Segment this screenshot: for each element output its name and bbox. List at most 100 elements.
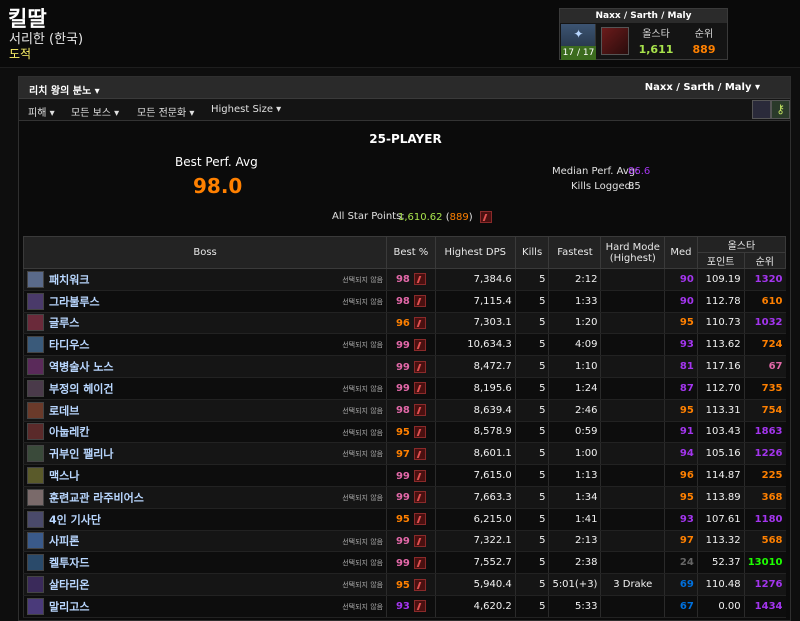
table-row[interactable]: 타디우스 선택되지 않음 99 10,634.3 5 4:09 93 113.62 724 bbox=[22, 333, 786, 357]
table-row[interactable]: 글루스 96 7,303.1 5 1:20 95 110.73 1032 bbox=[22, 312, 786, 335]
col-median[interactable]: Med bbox=[664, 236, 698, 269]
boss-cell[interactable]: 그라불루스 선택되지 않음 bbox=[22, 290, 387, 313]
boss-name[interactable]: 글루스 bbox=[49, 317, 79, 330]
log-link-icon[interactable] bbox=[413, 338, 426, 351]
boss-name[interactable]: 말리고스 bbox=[49, 600, 89, 613]
log-link-icon[interactable] bbox=[413, 600, 426, 613]
zone-summary-box[interactable]: Naxx / Sarth / Maly ✦ 17 / 17 올스타 1,611 … bbox=[559, 8, 728, 60]
logs-link-icon[interactable] bbox=[479, 211, 492, 223]
boss-cell[interactable]: 사피론 선택되지 않음 bbox=[22, 530, 387, 553]
boss-cell[interactable]: 살타리온 선택되지 않음 bbox=[22, 573, 387, 596]
boss-name[interactable]: 훈련교관 라주비어스 bbox=[49, 491, 144, 504]
boss-cell[interactable]: 4인 기사단 bbox=[22, 508, 387, 531]
boss-name[interactable]: 부정의 헤이건 bbox=[49, 382, 114, 395]
boss-cell[interactable]: 켈투자드 선택되지 않음 bbox=[22, 551, 387, 575]
log-link-icon[interactable] bbox=[413, 273, 426, 286]
table-row[interactable]: 사피론 선택되지 않음 99 7,322.1 5 2:13 97 113.32 568 bbox=[22, 530, 786, 553]
zone-dropdown[interactable]: Naxx / Sarth / Maly ▾ bbox=[645, 82, 760, 93]
boss-name[interactable]: 타디우스 bbox=[49, 339, 89, 352]
log-link-icon[interactable] bbox=[413, 404, 426, 417]
table-row[interactable]: 살타리온 선택되지 않음 95 5,940.4 5 5:01(+3) 3 Drake 69 11… bbox=[22, 573, 786, 596]
boss-name[interactable]: 패치워크 bbox=[49, 273, 89, 286]
boss-cell[interactable]: 로데브 선택되지 않음 bbox=[22, 399, 387, 422]
table-row[interactable]: 귀부인 팰리나 선택되지 않음 97 8,601.1 5 1:00 94 105.16 1226 bbox=[22, 442, 786, 466]
table-row[interactable]: 패치워크 선택되지 않음 98 7,384.6 5 2:12 90 109.19 1320 bbox=[22, 268, 786, 291]
kills: 5 bbox=[514, 508, 549, 531]
log-link-icon[interactable] bbox=[413, 469, 426, 482]
boss-name[interactable]: 아눕레칸 bbox=[49, 426, 89, 439]
unselected-label: 선택되지 않음 bbox=[342, 428, 384, 437]
table-row[interactable]: 부정의 헤이건 선택되지 않음 99 8,195.6 5 1:24 87 112.70 735 bbox=[22, 377, 786, 400]
col-kills[interactable]: Kills bbox=[514, 236, 550, 269]
table-row[interactable]: 4인 기사단 95 6,215.0 5 1:41 93 107.61 1180 bbox=[22, 508, 786, 531]
log-link-icon[interactable] bbox=[413, 578, 426, 591]
boss-portrait-icon bbox=[27, 445, 44, 463]
boss-name[interactable]: 그라불루스 bbox=[49, 295, 100, 308]
metric-dropdown[interactable]: 피해 ▾ bbox=[28, 104, 55, 119]
allstar-summary: 올스타 1,611 bbox=[636, 25, 676, 56]
col-rank[interactable]: 순위 bbox=[743, 252, 787, 269]
log-link-icon[interactable] bbox=[413, 447, 426, 460]
boss-cell[interactable]: 말리고스 선택되지 않음 bbox=[22, 595, 387, 618]
boss-cell[interactable]: 귀부인 팰리나 선택되지 않음 bbox=[22, 442, 387, 466]
hard-mode bbox=[600, 399, 665, 422]
boss-cell[interactable]: 맥스나 bbox=[22, 464, 387, 487]
col-points[interactable]: 포인트 bbox=[696, 252, 745, 269]
boss-cell[interactable]: 글루스 bbox=[22, 312, 387, 335]
boss-cell[interactable]: 아눕레칸 선택되지 않음 bbox=[22, 421, 387, 444]
table-row[interactable]: 그라불루스 선택되지 않음 98 7,115.4 5 1:33 90 112.78 610 bbox=[22, 290, 786, 313]
kills: 5 bbox=[514, 421, 549, 444]
hard-mode bbox=[600, 355, 665, 378]
boss-name[interactable]: 4인 기사단 bbox=[49, 513, 101, 526]
log-link-icon[interactable] bbox=[413, 295, 426, 308]
log-link-icon[interactable] bbox=[413, 316, 426, 329]
median-percent: 90 bbox=[664, 290, 698, 313]
log-link-icon[interactable] bbox=[413, 513, 426, 526]
log-link-icon[interactable] bbox=[413, 491, 426, 504]
boss-cell[interactable]: 부정의 헤이건 선택되지 않음 bbox=[22, 377, 387, 400]
log-link-icon[interactable] bbox=[413, 382, 426, 395]
col-hard-mode[interactable]: Hard Mode (Highest) bbox=[600, 236, 666, 269]
table-row[interactable]: 로데브 선택되지 않음 98 8,639.4 5 2:46 95 113.31 754 bbox=[22, 399, 786, 422]
boss-name[interactable]: 살타리온 bbox=[49, 579, 89, 592]
key-icon[interactable]: ⚷ bbox=[771, 100, 790, 119]
boss-name[interactable]: 로데브 bbox=[49, 404, 79, 417]
log-link-icon[interactable] bbox=[413, 360, 426, 373]
size-dropdown[interactable]: Highest Size ▾ bbox=[211, 104, 281, 115]
kills: 5 bbox=[514, 290, 549, 313]
boss-dropdown[interactable]: 모든 보스 ▾ bbox=[71, 104, 119, 119]
log-link-icon[interactable] bbox=[413, 534, 426, 547]
table-row[interactable]: 말리고스 선택되지 않음 93 4,620.2 5 5:33 67 0.00 1434 bbox=[22, 595, 786, 618]
kills: 5 bbox=[514, 551, 549, 575]
spec-filter-icon[interactable] bbox=[752, 100, 771, 119]
boss-name[interactable]: 켈투자드 bbox=[49, 557, 89, 570]
col-best[interactable]: Best % bbox=[386, 236, 436, 269]
expansion-dropdown[interactable]: 리치 왕의 분노 ▾ bbox=[29, 82, 100, 97]
table-row[interactable]: 훈련교관 라주비어스 선택되지 않음 99 7,663.3 5 1:34 95 113.89 3… bbox=[22, 486, 786, 509]
col-boss[interactable]: Boss bbox=[22, 236, 388, 269]
col-fastest[interactable]: Fastest bbox=[548, 236, 602, 269]
best-percent-cell: 99 bbox=[386, 464, 436, 487]
boss-name[interactable]: 역병술사 노스 bbox=[49, 361, 114, 374]
boss-cell[interactable]: 타디우스 선택되지 않음 bbox=[22, 333, 387, 357]
fastest: 4:09 bbox=[548, 333, 601, 357]
boss-cell[interactable]: 훈련교관 라주비어스 선택되지 않음 bbox=[22, 486, 387, 509]
boss-name[interactable]: 맥스나 bbox=[49, 470, 79, 483]
boss-portrait-icon bbox=[27, 532, 44, 550]
log-link-icon[interactable] bbox=[413, 425, 426, 438]
best-percent-cell: 97 bbox=[386, 442, 436, 466]
table-row[interactable]: 역병술사 노스 99 8,472.7 5 1:10 81 117.16 67 bbox=[22, 355, 786, 378]
col-dps[interactable]: Highest DPS bbox=[434, 236, 516, 269]
hard-mode bbox=[600, 551, 665, 575]
table-row[interactable]: 아눕레칸 선택되지 않음 95 8,578.9 5 0:59 91 103.43 1863 bbox=[22, 421, 786, 444]
boss-name[interactable]: 귀부인 팰리나 bbox=[49, 448, 114, 461]
zone-kill-count: 17 / 17 bbox=[561, 46, 596, 60]
boss-name[interactable]: 사피론 bbox=[49, 535, 79, 548]
table-row[interactable]: 맥스나 99 7,615.0 5 1:13 96 114.87 225 bbox=[22, 464, 786, 487]
spec-dropdown[interactable]: 모든 전문화 ▾ bbox=[137, 104, 194, 119]
boss-cell[interactable]: 패치워크 선택되지 않음 bbox=[22, 268, 387, 291]
all-star-points-rank: 889 bbox=[449, 212, 469, 223]
boss-cell[interactable]: 역병술사 노스 bbox=[22, 355, 387, 378]
log-link-icon[interactable] bbox=[413, 556, 426, 569]
table-row[interactable]: 켈투자드 선택되지 않음 99 7,552.7 5 2:38 24 52.37 13010 bbox=[22, 551, 786, 575]
